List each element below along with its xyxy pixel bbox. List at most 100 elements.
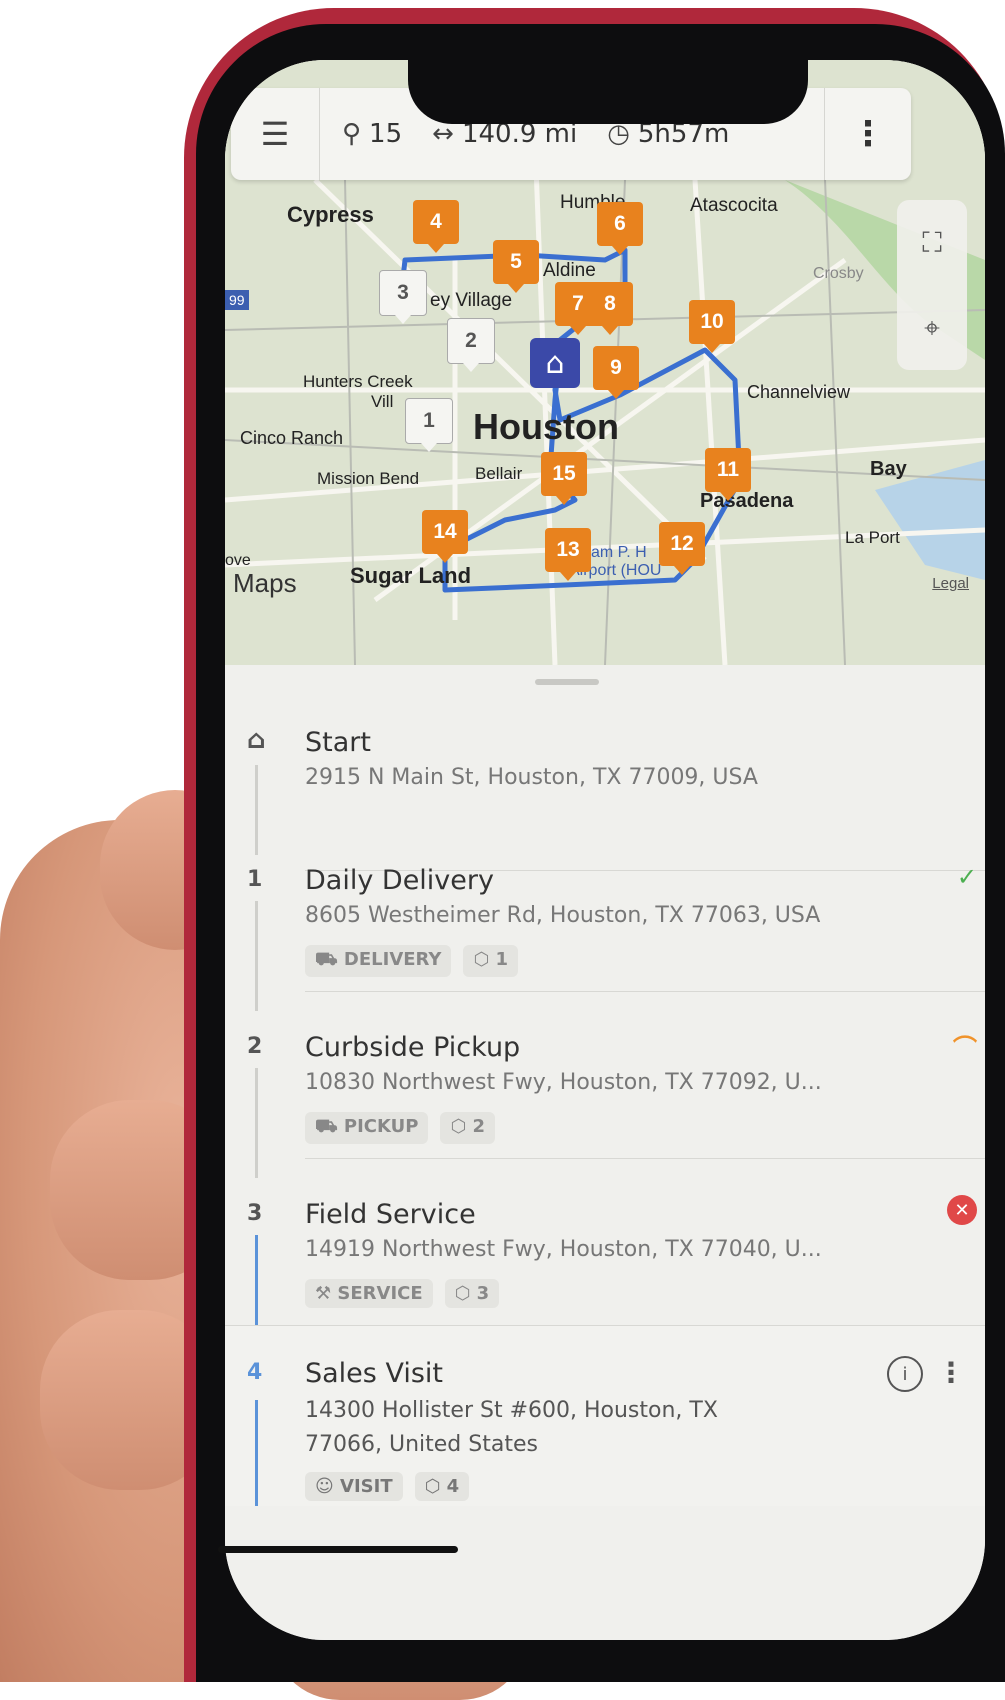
stop-chips: ☺ VISIT ⬡ 4	[305, 1472, 481, 1501]
more-icon[interactable]: ⋮	[824, 88, 911, 180]
info-icon[interactable]: i	[887, 1356, 923, 1392]
highway-99-shield: 99	[225, 290, 249, 310]
package-count: 2	[472, 1116, 485, 1137]
place-laporte: La Port	[845, 528, 900, 547]
stop-pin-15[interactable]: 15	[541, 452, 587, 505]
stop-address: 14300 Hollister St #600, Houston, TX	[305, 1398, 718, 1423]
visit-chip: ☺ VISIT	[305, 1472, 403, 1501]
place-pasadena: Pasadena	[700, 490, 794, 512]
stop-pin-9[interactable]: 9	[593, 346, 639, 399]
place-cinco: Cinco Ranch	[240, 428, 344, 448]
divider	[305, 991, 985, 992]
home-indicator[interactable]	[218, 1546, 458, 1553]
package-count-chip: ⬡ 1	[463, 945, 518, 977]
stop-chips: ⚒ SERVICE ⬡ 3	[305, 1279, 511, 1308]
package-count: 4	[446, 1476, 460, 1497]
visit-icon: ☺	[315, 1476, 341, 1497]
place-village: ey Village	[430, 290, 513, 311]
stop-pin-4[interactable]: 4	[413, 200, 459, 253]
home-icon[interactable]: ⌂	[530, 338, 580, 388]
stop-address: 8605 Westheimer Rd, Houston, TX 77063, U…	[305, 903, 821, 928]
stop-row[interactable]: 3 Field Service ✕ 14919 Northwest Fwy, H…	[225, 1187, 985, 1347]
place-sugarland: Sugar Land	[350, 563, 472, 588]
stop-index: 4	[247, 1360, 263, 1385]
stop-row[interactable]: 1 Daily Delivery ✓ 8605 Westheimer Rd, H…	[225, 853, 985, 1013]
stop-pin-11[interactable]: 11	[705, 448, 751, 501]
place-hunters: Hunters Creek	[303, 372, 413, 391]
package-count: 1	[495, 949, 508, 970]
package-icon: ⬡	[424, 1476, 447, 1497]
stop-type: VISIT	[340, 1476, 393, 1497]
place-villa: Vill	[371, 392, 394, 411]
package-count-chip: ⬡ 4	[414, 1472, 470, 1501]
pickup-truck-icon: ⛟	[315, 1116, 344, 1137]
stop-pin-1[interactable]: 1	[405, 398, 453, 452]
stop-chips: ⛟ PICKUP ⬡ 2	[305, 1112, 507, 1144]
package-icon: ⬡	[450, 1116, 473, 1137]
stop-row[interactable]: 2 Curbside Pickup ⌒ 10830 Northwest Fwy,…	[225, 1020, 985, 1180]
stop-pin-5[interactable]: 5	[493, 240, 539, 293]
stop-index: 1	[247, 867, 263, 892]
stop-type: SERVICE	[337, 1283, 423, 1304]
stop-title: Sales Visit	[305, 1358, 443, 1389]
maps-logo: Maps	[233, 568, 297, 599]
stop-row-start[interactable]: ⌂ Start 2915 N Main St, Houston, TX 7700…	[225, 715, 985, 875]
in-progress-icon: ⌒	[953, 1034, 977, 1062]
place-cypress: Cypress	[287, 202, 374, 227]
stop-row-selected[interactable]: 4 Sales Visit i ⋮ 14300 Hollister St #60…	[225, 1325, 985, 1506]
truck-icon: ⛟	[315, 949, 344, 970]
phone-notch	[408, 24, 808, 124]
place-houston: Houston	[473, 406, 619, 447]
stop-pin-14[interactable]: 14	[422, 510, 468, 563]
stop-type: PICKUP	[343, 1116, 419, 1137]
locate-icon[interactable]: ⌖	[897, 285, 967, 370]
stops-count: ⚲ 15	[342, 119, 402, 149]
route-map[interactable]: Cypress Humble Atascocita Aldine Crosby …	[225, 60, 985, 665]
package-count-chip: ⬡ 3	[444, 1279, 500, 1308]
stop-address-line2: 77066, United States	[305, 1432, 538, 1457]
stop-title: Field Service	[305, 1199, 476, 1230]
stop-pin-13[interactable]: 13	[545, 528, 591, 581]
stops-count-value: 15	[369, 119, 403, 149]
map-controls: ⛶ ⌖	[897, 200, 967, 370]
stop-index: 2	[247, 1034, 263, 1059]
stop-title: Daily Delivery	[305, 865, 494, 896]
place-channelview: Channelview	[747, 382, 851, 402]
stop-pin-2[interactable]: 2	[447, 318, 495, 372]
completed-check-icon: ✓	[956, 863, 977, 891]
place-bellaire: Bellair	[475, 464, 523, 483]
stop-chips: ⛟ DELIVERY ⬡ 1	[305, 945, 530, 977]
home-icon: ⌂	[247, 725, 266, 755]
stop-address: 14919 Northwest Fwy, Houston, TX 77040, …	[305, 1237, 822, 1262]
timeline-line	[255, 765, 258, 855]
pickup-chip: ⛟ PICKUP	[305, 1112, 429, 1144]
place-bay: Bay	[870, 458, 907, 480]
more-icon[interactable]: ⋮	[937, 1356, 965, 1389]
stop-pin-12[interactable]: 12	[659, 522, 705, 575]
fullscreen-icon[interactable]: ⛶	[897, 200, 967, 285]
stop-type: DELIVERY	[343, 949, 442, 970]
phone-screen: Cypress Humble Atascocita Aldine Crosby …	[225, 60, 985, 1640]
place-atascocita: Atascocita	[690, 195, 778, 216]
stop-pin-8[interactable]: 8	[587, 282, 633, 335]
stop-title: Curbside Pickup	[305, 1032, 521, 1063]
stop-title: Start	[305, 727, 371, 758]
place-aldine: Aldine	[543, 260, 596, 281]
package-icon: ⬡	[473, 949, 496, 970]
stop-pin-3[interactable]: 3	[379, 270, 427, 324]
stop-index: 3	[247, 1201, 263, 1226]
stop-pin-10[interactable]: 10	[689, 300, 735, 353]
package-count-chip: ⬡ 2	[440, 1112, 495, 1144]
service-chip: ⚒ SERVICE	[305, 1279, 433, 1308]
place-mission: Mission Bend	[317, 469, 420, 488]
place-airport-1: am P. H	[591, 544, 647, 561]
failed-x-icon: ✕	[947, 1195, 977, 1225]
legal-link[interactable]: Legal	[932, 575, 969, 592]
timeline-line-active	[255, 1400, 258, 1506]
menu-icon[interactable]: ☰	[231, 88, 320, 180]
sheet-grabber[interactable]	[535, 679, 599, 685]
stops-sheet: ⌂ Start 2915 N Main St, Houston, TX 7700…	[225, 665, 985, 1640]
stop-pin-6[interactable]: 6	[597, 202, 643, 255]
delivery-chip: ⛟ DELIVERY	[305, 945, 452, 977]
tools-icon: ⚒	[315, 1283, 338, 1304]
